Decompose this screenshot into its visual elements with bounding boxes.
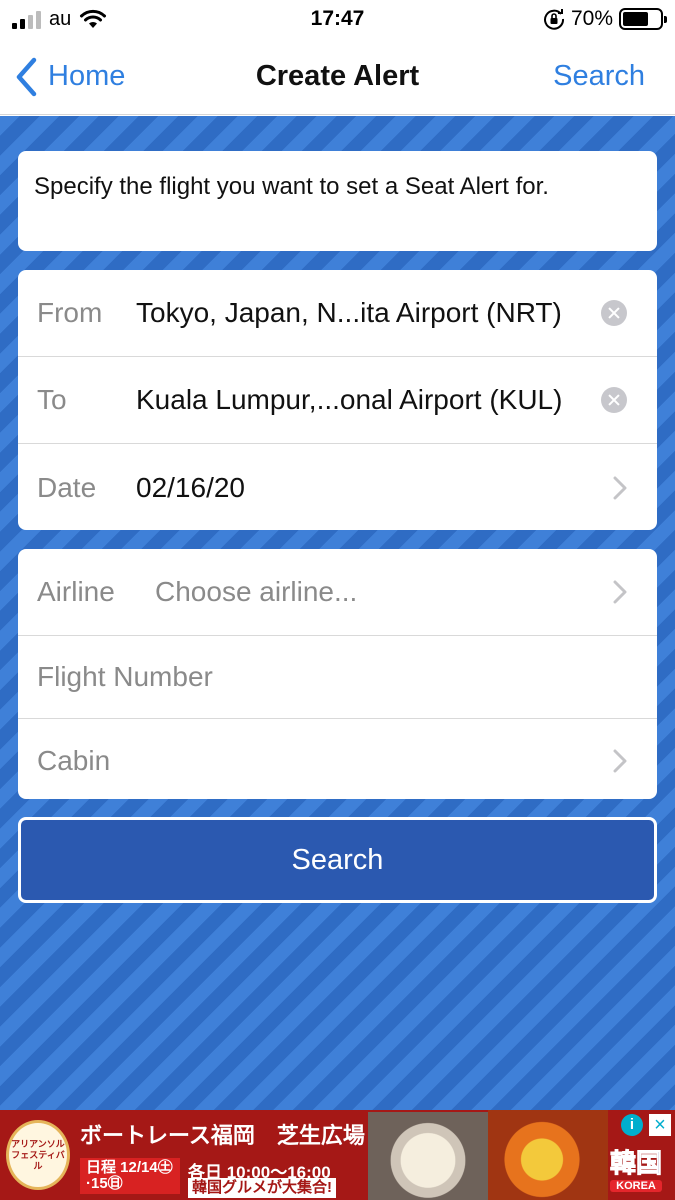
- date-label: Date: [37, 471, 97, 503]
- ad-logo: アリアンソル フェスティバル: [6, 1120, 70, 1190]
- to-row[interactable]: To Kuala Lumpur,...onal Airport (KUL): [18, 357, 657, 444]
- ad-date: 日程 12/14㊏·15㊐: [80, 1158, 180, 1194]
- to-label: To: [37, 384, 67, 415]
- airline-label: Airline: [37, 576, 115, 607]
- clear-to-icon[interactable]: [601, 387, 627, 413]
- airline-row[interactable]: Airline Choose airline...: [18, 549, 657, 636]
- search-button[interactable]: Search: [18, 817, 657, 903]
- ad-title: ボートレース福岡 芝生広場: [80, 1123, 365, 1148]
- status-right: 70%: [543, 0, 667, 38]
- ad-info-icon[interactable]: i: [621, 1114, 643, 1136]
- from-row[interactable]: From Tokyo, Japan, N...ita Airport (NRT): [18, 270, 657, 357]
- from-value[interactable]: Tokyo, Japan, N...ita Airport (NRT): [136, 297, 562, 329]
- chevron-right-icon: [613, 580, 627, 604]
- details-card: Airline Choose airline... Flight Number …: [18, 549, 657, 799]
- ad-korea-text: 韓国: [609, 1147, 662, 1178]
- date-row[interactable]: Date 02/16/20: [18, 444, 657, 530]
- clear-from-icon[interactable]: [601, 300, 627, 326]
- chevron-right-icon: [613, 476, 627, 499]
- battery-fill: [623, 12, 649, 26]
- ad-banner[interactable]: アリアンソル フェスティバル ボートレース福岡 芝生広場 日程 12/14㊏·1…: [0, 1110, 675, 1200]
- to-value[interactable]: Kuala Lumpur,...onal Airport (KUL): [136, 384, 562, 416]
- date-value: 02/16/20: [136, 471, 245, 503]
- airline-placeholder: Choose airline...: [155, 576, 358, 607]
- chevron-right-icon: [613, 749, 627, 772]
- ad-tagline: 韓国グルメが大集合!: [188, 1178, 336, 1198]
- intro-text: Specify the flight you want to set a Sea…: [34, 173, 549, 200]
- flight-number-field[interactable]: Flight Number: [37, 661, 213, 693]
- flight-number-row[interactable]: Flight Number: [18, 636, 657, 719]
- cabin-label: Cabin: [37, 744, 111, 776]
- ad-food-image: [368, 1112, 488, 1200]
- intro-card: Specify the flight you want to set a Sea…: [18, 151, 657, 251]
- cabin-row[interactable]: Cabin: [18, 719, 657, 799]
- ad-korea-sub: KOREA: [610, 1179, 662, 1192]
- ad-food-image: [488, 1110, 608, 1200]
- status-bar: au 17:47 70%: [0, 0, 675, 38]
- orientation-lock-icon: [544, 9, 564, 30]
- route-card: From Tokyo, Japan, N...ita Airport (NRT)…: [18, 270, 657, 530]
- ad-close-icon[interactable]: ×: [649, 1114, 671, 1136]
- battery-percent: 70%: [570, 7, 613, 30]
- navigation-bar: Home Create Alert Search: [0, 38, 675, 115]
- battery-icon: [619, 8, 667, 30]
- from-label: From: [37, 297, 103, 328]
- ad-korea-badge: 韓国 KOREA: [598, 1138, 674, 1196]
- nav-search-button[interactable]: Search: [553, 38, 645, 115]
